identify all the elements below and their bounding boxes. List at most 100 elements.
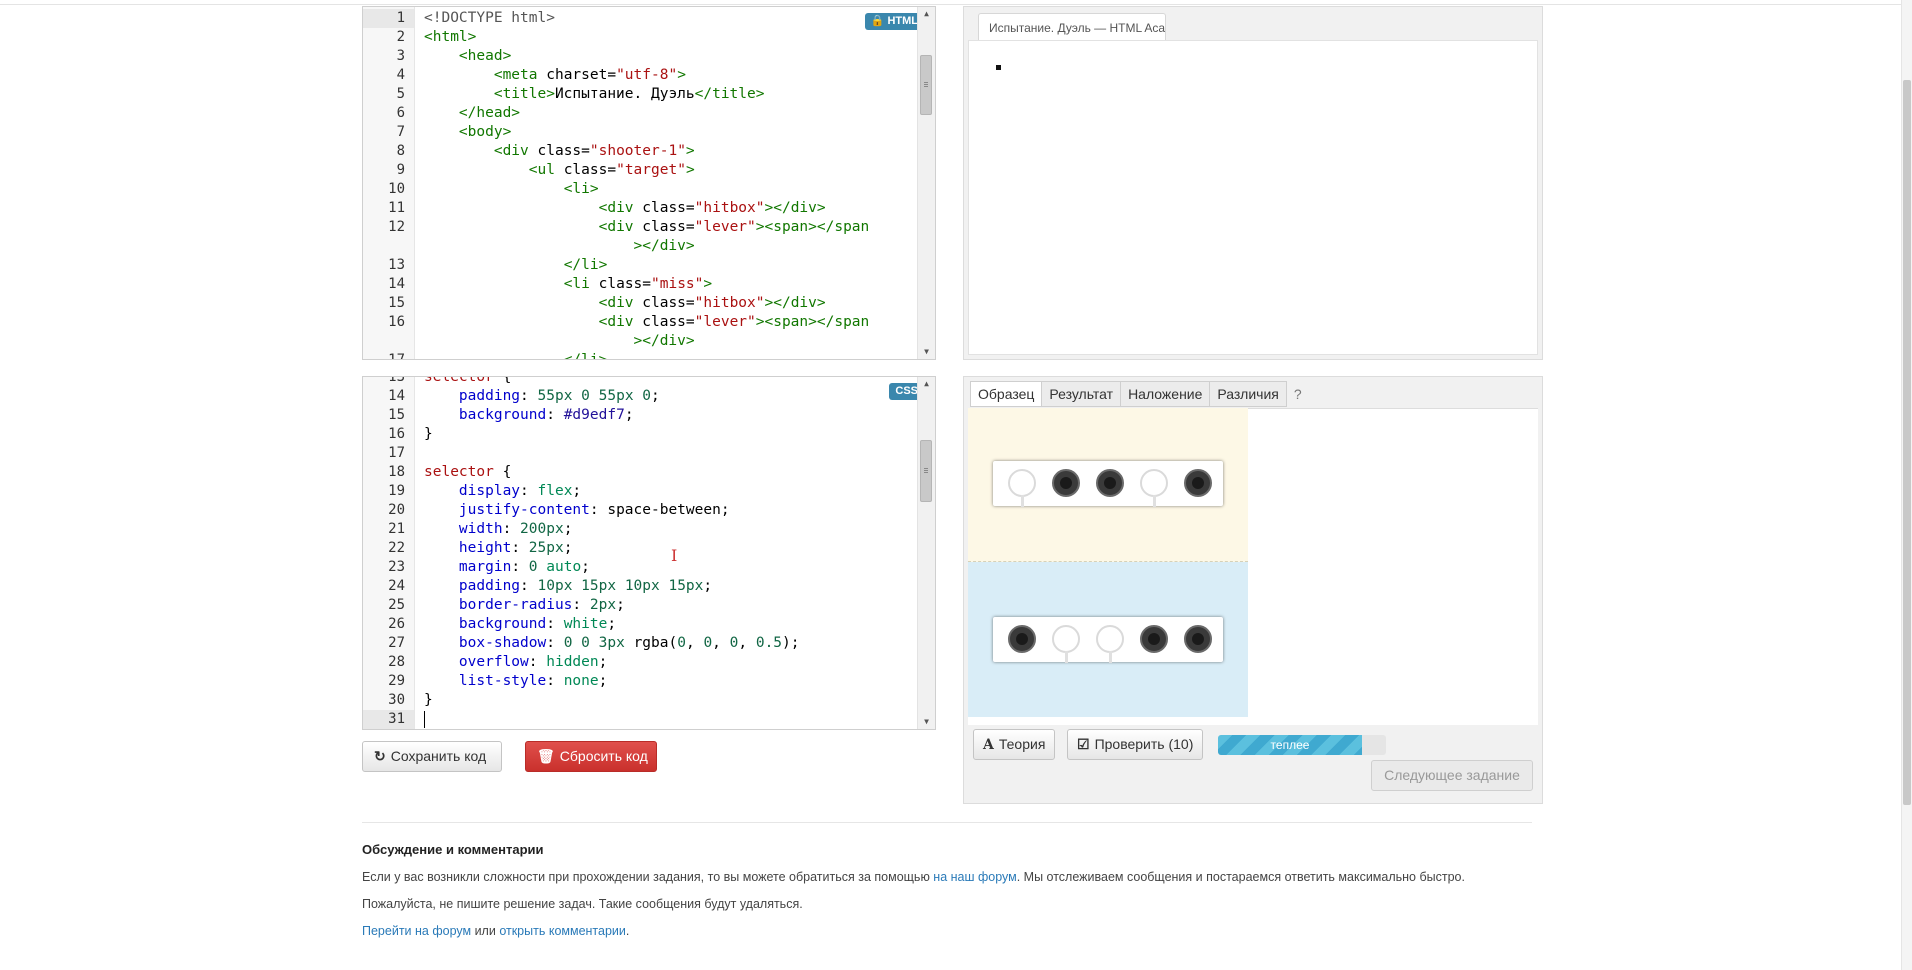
code-text[interactable]: <head> [424, 47, 511, 66]
code-line[interactable]: 14 <li class="miss"> [363, 275, 918, 294]
code-line[interactable]: 1 <!DOCTYPE html> [363, 9, 918, 28]
code-line[interactable]: 14 padding: 55px 0 55px 0; [363, 387, 918, 406]
forum-link[interactable]: на наш форум [933, 870, 1016, 884]
go-to-forum-link[interactable]: Перейти на форум [362, 924, 471, 938]
tab-sample[interactable]: Образец [970, 381, 1043, 407]
code-text[interactable]: background: white; [424, 615, 616, 634]
code-line[interactable]: 27 box-shadow: 0 0 3px rgba(0, 0, 0, 0.5… [363, 634, 918, 653]
code-text[interactable]: <div class="hitbox"></div> [424, 294, 826, 313]
code-line[interactable]: 3 <head> [363, 47, 918, 66]
html-editor-scrollbar[interactable]: ▲ ▼ [917, 7, 935, 359]
code-text[interactable]: height: 25px; [424, 539, 573, 558]
scroll-down-icon[interactable]: ▼ [918, 345, 935, 359]
css-code-area[interactable]: 13 selector {14 padding: 55px 0 55px 0; 15… [363, 377, 918, 729]
code-text[interactable]: selector { [424, 463, 511, 482]
code-line[interactable]: 29 list-style: none; [363, 672, 918, 691]
code-line[interactable]: 4 <meta charset="utf-8"> [363, 66, 918, 85]
code-text[interactable]: <div class="lever"><span></span [424, 313, 870, 332]
code-line[interactable]: 2 <html> [363, 28, 918, 47]
css-editor-scrollbar[interactable]: ▲ ▼ [917, 377, 935, 729]
code-text[interactable]: padding: 10px 15px 10px 15px; [424, 577, 712, 596]
code-text[interactable]: ></div> [424, 332, 695, 351]
html-editor[interactable]: 1 <!DOCTYPE html> 2 <html> 3 <head> 4 <meta c… [362, 6, 936, 360]
code-line[interactable]: ></div> [363, 332, 918, 351]
code-line[interactable]: 20 justify-content: space-between; [363, 501, 918, 520]
code-line[interactable]: 15 <div class="hitbox"></div> [363, 294, 918, 313]
tab-overlay[interactable]: Наложение [1120, 381, 1211, 407]
html-code-area[interactable]: 1 <!DOCTYPE html> 2 <html> 3 <head> 4 <meta c… [363, 7, 918, 359]
code-text[interactable]: <div class="hitbox"></div> [424, 199, 826, 218]
code-text[interactable]: list-style: none; [424, 672, 607, 691]
code-text[interactable]: ></div> [424, 237, 695, 256]
code-text[interactable]: </head> [424, 104, 520, 123]
html-scroll-thumb[interactable] [920, 55, 932, 115]
code-text[interactable]: box-shadow: 0 0 3px rgba(0, 0, 0, 0.5); [424, 634, 800, 653]
code-text[interactable]: width: 200px; [424, 520, 573, 539]
code-line[interactable]: 23 margin: 0 auto; [363, 558, 918, 577]
code-line[interactable]: 21 width: 200px; [363, 520, 918, 539]
code-text[interactable]: padding: 55px 0 55px 0; [424, 387, 660, 406]
theory-button[interactable]: A Теория [973, 729, 1056, 760]
code-text[interactable]: <ul class="target"> [424, 161, 695, 180]
code-line[interactable]: 25 border-radius: 2px; [363, 596, 918, 615]
code-line[interactable]: 24 padding: 10px 15px 10px 15px; [363, 577, 918, 596]
code-text[interactable]: <div class="lever"><span></span [424, 218, 870, 237]
code-line[interactable]: 16 <div class="lever"><span></span [363, 313, 918, 332]
page-scroll-thumb[interactable] [1903, 80, 1911, 805]
code-line[interactable]: 18 selector { [363, 463, 918, 482]
code-text[interactable]: display: flex; [424, 482, 581, 501]
code-line[interactable]: 30} [363, 691, 918, 710]
page-scrollbar[interactable] [1901, 0, 1912, 970]
code-line[interactable]: 15 background: #d9edf7; [363, 406, 918, 425]
code-line[interactable]: 19 display: flex; [363, 482, 918, 501]
scroll-down-icon[interactable]: ▼ [918, 715, 935, 729]
code-text[interactable]: <li class="miss"> [424, 275, 712, 294]
code-line[interactable]: 13 </li> [363, 256, 918, 275]
check-button[interactable]: ☑ Проверить (10) [1067, 729, 1204, 760]
code-text[interactable]: } [424, 691, 433, 710]
code-line[interactable]: 17 </li> [363, 351, 918, 359]
code-text[interactable]: overflow: hidden; [424, 653, 607, 672]
code-line[interactable]: 8 <div class="shooter-1"> [363, 142, 918, 161]
tab-help[interactable]: ? [1286, 381, 1310, 407]
next-task-button[interactable]: Следующее задание [1371, 760, 1533, 791]
code-text[interactable]: margin: 0 auto; [424, 558, 590, 577]
code-line[interactable]: 12 <div class="lever"><span></span [363, 218, 918, 237]
code-text[interactable]: <html> [424, 28, 476, 47]
tab-result[interactable]: Результат [1041, 381, 1122, 407]
code-text[interactable]: <li> [424, 180, 599, 199]
scroll-up-icon[interactable]: ▲ [918, 377, 935, 391]
open-comments-link[interactable]: открыть комментарии [499, 924, 626, 938]
code-text[interactable]: <meta charset="utf-8"> [424, 66, 686, 85]
code-line[interactable]: 22 height: 25px; [363, 539, 918, 558]
code-line[interactable]: 28 overflow: hidden; [363, 653, 918, 672]
css-scroll-thumb[interactable] [920, 440, 932, 502]
code-line[interactable]: 6 </head> [363, 104, 918, 123]
code-text[interactable]: } [424, 425, 433, 444]
css-editor[interactable]: 13 selector {14 padding: 55px 0 55px 0; 15… [362, 376, 936, 730]
code-text[interactable]: justify-content: space-between; [424, 501, 730, 520]
save-code-button[interactable]: ↻ Сохранить код [362, 741, 502, 772]
code-line[interactable]: ></div> [363, 237, 918, 256]
code-text[interactable]: <!DOCTYPE html> [424, 9, 555, 28]
code-text[interactable]: <div class="shooter-1"> [424, 142, 695, 161]
tab-differences[interactable]: Различия [1209, 381, 1287, 407]
code-text[interactable]: </li> [424, 351, 608, 359]
code-line[interactable]: 11 <div class="hitbox"></div> [363, 199, 918, 218]
code-text[interactable]: <title>Испытание. Дуэль</title> [424, 85, 765, 104]
code-line[interactable]: 10 <li> [363, 180, 918, 199]
code-line[interactable]: 7 <body> [363, 123, 918, 142]
code-text[interactable]: selector { [424, 377, 511, 387]
reset-code-button[interactable]: 🗑 Сбросить код [525, 741, 657, 772]
code-line[interactable]: 13 selector { [363, 377, 918, 387]
code-line[interactable]: 5 <title>Испытание. Дуэль</title> [363, 85, 918, 104]
code-line[interactable]: 31 [363, 710, 918, 729]
code-text[interactable]: </li> [424, 256, 608, 275]
code-text[interactable]: border-radius: 2px; [424, 596, 625, 615]
code-text[interactable]: <body> [424, 123, 511, 142]
code-line[interactable]: 9 <ul class="target"> [363, 161, 918, 180]
scroll-up-icon[interactable]: ▲ [918, 7, 935, 21]
code-line[interactable]: 26 background: white; [363, 615, 918, 634]
code-line[interactable]: 16} [363, 425, 918, 444]
code-line[interactable]: 17 [363, 444, 918, 463]
